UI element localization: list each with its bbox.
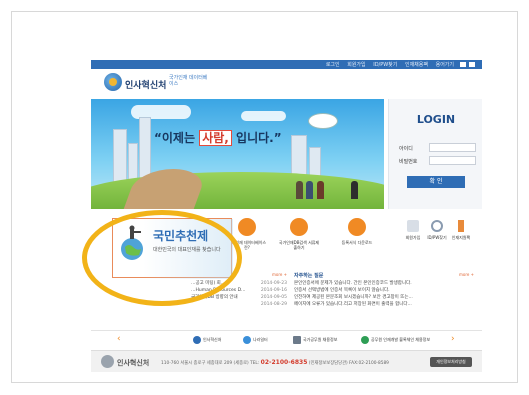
related-link-label: 공무원 인재개발 블록체인 채용정보 bbox=[371, 337, 431, 342]
login-submit-button[interactable]: 확 인 bbox=[407, 176, 465, 188]
address-text: 110-760 서울시 종로구 세종대로 209 (세종로) TEL: bbox=[161, 361, 260, 366]
service-caption: 등록서식 다운로드 bbox=[341, 240, 373, 245]
slogan-suffix: 입니다.” bbox=[236, 131, 282, 145]
quick-link-support[interactable]: 인재지원팩 bbox=[451, 220, 471, 241]
magnifier-icon bbox=[431, 220, 443, 232]
link-logo-icon bbox=[361, 336, 369, 344]
list-item[interactable]: 인전하여 제공된 본문조회 보시겠습니까? 보안 경고창이 뜨는... bbox=[294, 294, 474, 301]
sub-brand: 국가인재 데이터베이스 bbox=[169, 75, 208, 87]
hero-banner: “이제는 사람, 입니다.” bbox=[91, 99, 384, 209]
id-label: 아이디 bbox=[399, 146, 413, 152]
privacy-policy-button[interactable]: 개인정보처리방침 bbox=[430, 357, 472, 367]
list-item[interactable]: 국가인재DB 방향의 안내 2014-09-05 bbox=[191, 294, 287, 301]
quick-link-signup[interactable]: 회원가입 bbox=[403, 220, 423, 241]
utility-links: 로그인 회원가입 ID/PW찾기 인재채용팩 용어가기 bbox=[320, 61, 454, 68]
footer-address: 110-760 서울시 종로구 세종대로 209 (세종로) TEL: 02-2… bbox=[161, 359, 389, 366]
utility-link-signup[interactable]: 회원가입 bbox=[347, 62, 365, 68]
related-links-bar: ‹ 인사혁신처 나라일터 국가공무원 채용정보 공무원 인재개발 블록체인 채용… bbox=[91, 330, 482, 348]
related-link-label: 나라일터 bbox=[253, 337, 268, 342]
person-figure bbox=[296, 181, 303, 199]
related-link[interactable]: 국가공무원 채용정보 bbox=[293, 336, 337, 344]
browser-frame: 로그인 회원가입 ID/PW찾기 인재채용팩 용어가기 인사혁신처 국가인재 데… bbox=[11, 11, 518, 383]
info-icon bbox=[458, 220, 464, 232]
government-logo-icon[interactable] bbox=[104, 73, 122, 91]
password-input[interactable] bbox=[429, 156, 476, 165]
utility-link-login[interactable]: 로그인 bbox=[326, 62, 340, 68]
footer-logo-icon bbox=[101, 355, 114, 368]
footer-org-name: 인사혁신처 bbox=[117, 359, 150, 367]
notice-date: 2014-08-29 bbox=[260, 302, 287, 307]
quick-link-caption: 인재지원팩 bbox=[451, 235, 471, 240]
site-footer: 인사혁신처 110-760 서울시 종로구 세종대로 209 (세종로) TEL… bbox=[91, 350, 482, 372]
notice-more-link[interactable]: more + bbox=[272, 272, 287, 277]
folder-icon bbox=[348, 218, 366, 236]
quick-link-find-id[interactable]: ID/PW찾기 bbox=[427, 220, 447, 241]
utility-link-recruit[interactable]: 인재채용팩 bbox=[405, 62, 428, 68]
link-logo-icon bbox=[193, 336, 201, 344]
service-submit-docs[interactable]: 국가인재DB검색 서류제출하기 bbox=[278, 218, 320, 250]
related-link-label: 국가공무원 채용정보 bbox=[303, 337, 338, 342]
notice-date: 2014-09-16 bbox=[260, 288, 287, 293]
cloud-shape bbox=[241, 111, 286, 121]
news-section: more + …공고 미팅) 회… 2014-09-23 …Human Reso… bbox=[91, 272, 482, 330]
hero-slogan: “이제는 사람, 입니다.” bbox=[154, 129, 282, 146]
utility-bar: 로그인 회원가입 ID/PW찾기 인재채용팩 용어가기 bbox=[91, 60, 482, 69]
password-label: 비밀번호 bbox=[399, 159, 418, 165]
banner-subtitle: 대한민국의 대표인재를 찾습니다 bbox=[153, 247, 221, 253]
banner-title: 국민추천제 bbox=[153, 229, 209, 243]
prev-arrow-icon[interactable]: ‹ bbox=[117, 334, 121, 344]
id-input[interactable] bbox=[429, 143, 476, 152]
document-icon bbox=[290, 218, 308, 236]
next-arrow-icon[interactable]: › bbox=[451, 334, 455, 344]
utility-link-terms[interactable]: 용어가기 bbox=[436, 62, 454, 68]
notice-title: …Human Resources D… bbox=[191, 288, 246, 293]
slogan-prefix: “이제는 bbox=[154, 131, 196, 145]
person-figure bbox=[351, 181, 358, 199]
notice-date: 2014-09-05 bbox=[260, 295, 287, 300]
related-link[interactable]: 나라일터 bbox=[243, 336, 268, 344]
list-item[interactable]: 2014-08-29 bbox=[191, 301, 287, 308]
related-link[interactable]: 공무원 인재개발 블록체인 채용정보 bbox=[361, 336, 430, 344]
utility-link-find-id[interactable]: ID/PW찾기 bbox=[373, 62, 397, 68]
citizen-recommendation-banner[interactable]: 국민추천제 대한민국의 대표인재를 찾습니다 bbox=[112, 218, 233, 279]
slogan-highlight: 사람, bbox=[199, 130, 232, 146]
list-item[interactable]: …공고 미팅) 회… 2014-09-23 bbox=[191, 280, 287, 287]
address-tail: (민재정보보장담당관) FAX:02-2100-8589 bbox=[308, 361, 389, 366]
service-caption: 국가인재DB검색 서류제출하기 bbox=[278, 240, 320, 250]
related-link[interactable]: 인사혁신처 bbox=[193, 336, 221, 344]
phone-number: 02-2100-6835 bbox=[260, 359, 308, 366]
notice-title: …공고 미팅) 회… bbox=[191, 281, 226, 286]
site-name[interactable]: 인사혁신처 bbox=[125, 78, 166, 91]
text-size-down-button[interactable] bbox=[469, 62, 475, 67]
site-header: 인사혁신처 국가인재 데이터베이스 bbox=[91, 69, 482, 99]
faq-header: 자주하는 질문 more + bbox=[294, 272, 474, 280]
related-link-label: 인사혁신처 bbox=[203, 337, 222, 342]
notice-title: 국가인재DB 방향의 안내 bbox=[191, 295, 238, 300]
globe-person-icon bbox=[121, 225, 143, 260]
notice-date: 2014-09-23 bbox=[260, 281, 287, 286]
text-size-up-button[interactable] bbox=[460, 62, 466, 67]
quick-link-caption: ID/PW찾기 bbox=[427, 235, 447, 240]
list-item[interactable]: …Human Resources D… 2014-09-16 bbox=[191, 287, 287, 294]
faq-more-link[interactable]: more + bbox=[459, 272, 474, 277]
list-item[interactable]: 인증서 선택방법에 인증서 목록이 보이지 않습니다. bbox=[294, 287, 474, 294]
website: 로그인 회원가입 ID/PW찾기 인재채용팩 용어가기 인사혁신처 국가인재 데… bbox=[91, 60, 482, 372]
login-title: LOGIN bbox=[416, 113, 456, 126]
hero-badge-icon bbox=[308, 113, 338, 129]
list-item[interactable]: 본인인증서에 문제가 있습니다. 간인 본인인증코드 발생합니다. bbox=[294, 280, 474, 287]
list-item[interactable]: 페이지에 오류가 있습니다.리고 저장된 화면이 출력을 합니다... bbox=[294, 301, 474, 308]
quick-link-caption: 회원가입 bbox=[405, 235, 421, 240]
person-figure bbox=[306, 181, 313, 199]
faq-title: 자주하는 질문 bbox=[294, 273, 324, 279]
link-logo-icon bbox=[243, 336, 251, 344]
person-figure bbox=[317, 181, 324, 199]
house-icon bbox=[407, 220, 419, 232]
service-download-forms[interactable]: 등록서식 다운로드 bbox=[336, 218, 378, 245]
login-panel: LOGIN 아이디 비밀번호 확 인 bbox=[388, 99, 482, 209]
database-icon bbox=[238, 218, 256, 236]
faq-list: 자주하는 질문 more + 본인인증서에 문제가 있습니다. 간인 본인인증코… bbox=[294, 272, 474, 308]
link-logo-icon bbox=[293, 336, 301, 344]
